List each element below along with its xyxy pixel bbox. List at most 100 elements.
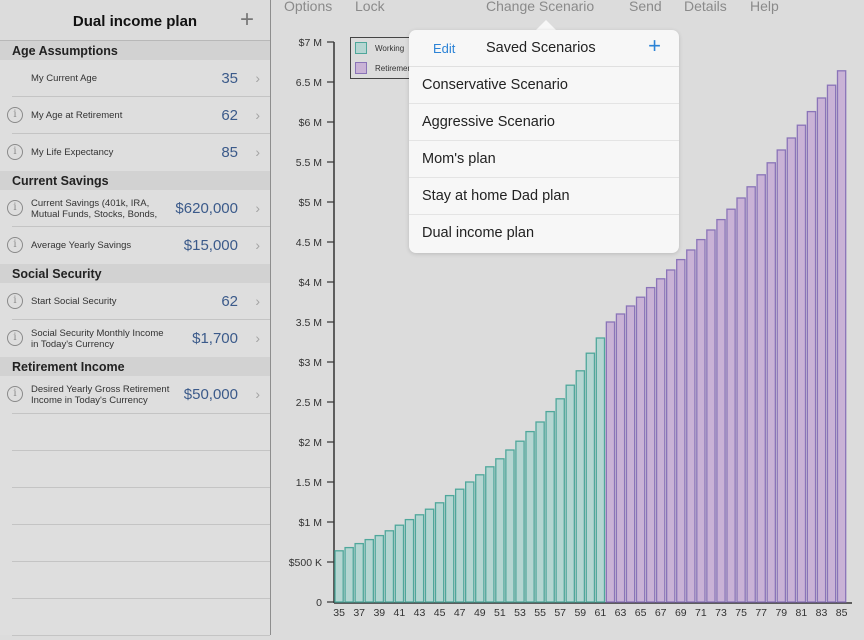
- setting-label: Social Security Monthly Income in Today'…: [31, 327, 164, 350]
- setting-value: 85: [221, 144, 238, 161]
- send-button[interactable]: Send: [629, 0, 662, 14]
- setting-value: 35: [221, 70, 238, 87]
- x-tick-label: 63: [615, 607, 627, 619]
- info-icon[interactable]: i: [7, 107, 23, 123]
- legend-item-working: Working: [355, 42, 404, 54]
- scenario-item[interactable]: Mom's plan: [409, 141, 679, 178]
- bar-retirement: [756, 174, 766, 603]
- legend-label-working: Working: [375, 43, 405, 53]
- x-tick-label: 75: [735, 607, 747, 619]
- scenario-item[interactable]: Conservative Scenario: [409, 67, 679, 104]
- empty-row: [12, 488, 270, 525]
- bar-working: [575, 370, 586, 603]
- setting-value: $50,000: [183, 386, 238, 403]
- bar-working: [515, 440, 525, 603]
- plan-title: Dual income plan: [72, 13, 198, 30]
- setting-value: $1,700: [192, 330, 238, 347]
- scenario-item[interactable]: Stay at home Dad plan: [409, 178, 679, 215]
- y-tick-label: 1.5 M: [296, 477, 322, 489]
- bar-working: [595, 337, 606, 603]
- bar-retirement: [706, 229, 716, 603]
- bar-retirement: [635, 296, 646, 603]
- x-tick-label: 69: [675, 607, 687, 619]
- bar-working: [505, 449, 515, 603]
- chevron-right-icon: ›: [255, 144, 260, 160]
- bar-retirement: [776, 149, 787, 603]
- bar-retirement: [786, 137, 797, 603]
- setting-row[interactable]: i Desired Yearly Gross Retirement Income …: [7, 376, 270, 413]
- scenario-list: Conservative Scenario Aggressive Scenario…: [409, 67, 679, 252]
- setting-row[interactable]: i My Life Expectancy 85 ›: [7, 134, 270, 171]
- empty-row: [12, 562, 270, 599]
- y-tick-label: 2.5 M: [296, 397, 322, 409]
- x-tick-label: 61: [595, 607, 607, 619]
- scenario-item[interactable]: Dual income plan: [409, 215, 679, 252]
- section-header: Current Savings: [0, 171, 270, 190]
- help-button[interactable]: Help: [750, 0, 779, 14]
- y-tick-label: $500 K: [289, 557, 322, 569]
- add-plan-button[interactable]: +: [240, 8, 254, 32]
- info-icon[interactable]: i: [7, 144, 23, 160]
- section-header: Social Security: [0, 264, 270, 283]
- bar-working: [364, 538, 375, 603]
- bar-retirement: [625, 305, 636, 603]
- lock-button[interactable]: Lock: [355, 0, 385, 14]
- info-icon[interactable]: i: [7, 200, 23, 216]
- x-tick-label: 35: [333, 607, 345, 619]
- bar-retirement: [806, 110, 817, 603]
- options-button[interactable]: Options: [284, 0, 332, 14]
- bar-working: [525, 430, 535, 603]
- chevron-right-icon: ›: [255, 107, 260, 123]
- setting-label: Desired Yearly Gross Retirement Income i…: [31, 383, 170, 406]
- setting-row[interactable]: i Start Social Security 62 ›: [7, 283, 270, 320]
- bar-retirement: [766, 162, 776, 603]
- bar-working: [454, 488, 465, 603]
- edit-button[interactable]: Edit: [433, 41, 455, 56]
- x-tick-label: 41: [394, 607, 406, 619]
- setting-label: Current Savings (401k, IRA, Mutual Funds…: [31, 197, 158, 220]
- chevron-right-icon: ›: [255, 237, 260, 253]
- setting-row[interactable]: i Current Savings (401k, IRA, Mutual Fund…: [7, 190, 270, 227]
- y-tick-label: 5.5 M: [296, 157, 322, 169]
- setting-row[interactable]: i Average Yearly Savings $15,000 ›: [7, 227, 270, 264]
- info-icon[interactable]: i: [7, 330, 23, 346]
- add-scenario-button[interactable]: +: [648, 33, 661, 59]
- x-tick-label: 49: [474, 607, 486, 619]
- x-tick-label: 85: [836, 607, 848, 619]
- bar-working: [354, 542, 364, 603]
- info-icon[interactable]: i: [7, 237, 23, 253]
- x-tick-label: 83: [816, 607, 828, 619]
- bar-working: [374, 534, 385, 603]
- bar-working: [475, 474, 485, 603]
- x-tick-label: 55: [534, 607, 546, 619]
- empty-row: [12, 525, 270, 562]
- chevron-right-icon: ›: [255, 70, 260, 86]
- sidebar-header: Dual income plan +: [0, 0, 270, 41]
- y-tick-label: $5 M: [299, 197, 322, 209]
- bar-retirement: [655, 278, 666, 603]
- y-tick-label: $7 M: [299, 37, 322, 49]
- scenario-item[interactable]: Aggressive Scenario: [409, 104, 679, 141]
- plus-icon: +: [648, 33, 661, 58]
- bar-working: [585, 352, 596, 603]
- toolbar: Options Lock Change Scenario Send Detail…: [272, 0, 864, 14]
- info-icon[interactable]: i: [7, 293, 23, 309]
- bar-retirement: [676, 258, 686, 603]
- y-tick-label: 4.5 M: [296, 237, 322, 249]
- bar-working: [535, 421, 545, 603]
- setting-value: 62: [221, 293, 238, 310]
- bar-working: [434, 502, 445, 603]
- setting-value: 62: [221, 107, 238, 124]
- x-tick-label: 81: [796, 607, 808, 619]
- details-button[interactable]: Details: [684, 0, 727, 14]
- info-icon[interactable]: i: [7, 386, 23, 402]
- setting-row[interactable]: i Social Security Monthly Income in Today…: [7, 320, 270, 357]
- bar-retirement: [615, 313, 626, 603]
- setting-row[interactable]: i My Age at Retirement 62 ›: [7, 97, 270, 134]
- bar-working: [555, 398, 565, 603]
- setting-row[interactable]: My Current Age 35 ›: [12, 60, 270, 97]
- legend-item-retirement: Retirement: [355, 62, 414, 74]
- y-tick-label: $2 M: [299, 437, 322, 449]
- bar-working: [444, 494, 455, 603]
- change-scenario-button[interactable]: Change Scenario: [486, 0, 594, 14]
